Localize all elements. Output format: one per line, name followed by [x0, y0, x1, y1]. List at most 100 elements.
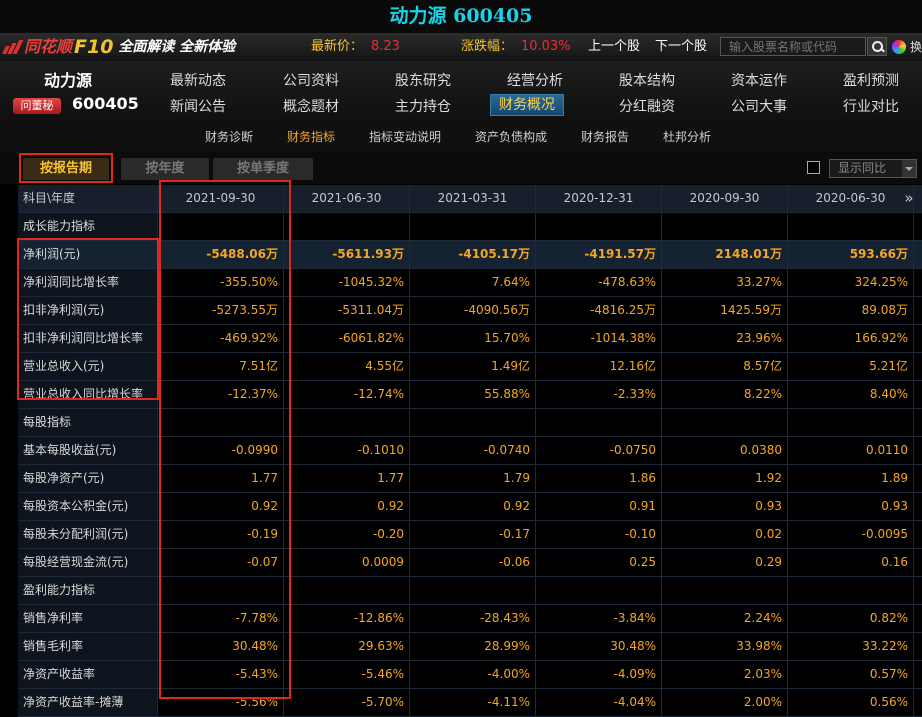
table-header-row: 科目\年度 2021-09-30 2021-06-30 2021-03-31 2020-…: [18, 185, 922, 213]
table-cell: 55.88%: [410, 381, 536, 408]
nav-item[interactable]: 最新动态: [170, 70, 226, 90]
table-row: 营业总收入(元) 7.51亿 4.55亿 1.49亿 12.16亿 8.57亿 5.21亿: [18, 353, 922, 381]
nav-item[interactable]: 概念题材: [283, 96, 339, 116]
table-cell: [158, 577, 284, 604]
main-nav: 动力源 问董秘 600405 最新动态 公司资料 股东研究 经营分析 股本结构 资本运作 盈…: [0, 61, 922, 119]
row-label: 销售毛利率: [18, 633, 158, 660]
table-row: 每股资本公积金(元) 0.92 0.92 0.92 0.91 0.93 0.93: [18, 493, 922, 521]
column-header[interactable]: 2020-09-30: [662, 185, 788, 212]
tab-period[interactable]: 按报告期: [23, 158, 109, 180]
table-cell: 7.51亿: [158, 353, 284, 380]
table-cell: 0.92: [158, 493, 284, 520]
ask-secretary-button[interactable]: 问董秘: [13, 98, 61, 114]
table-cell: 8.40%: [788, 381, 914, 408]
table-cell: -0.1010: [284, 437, 410, 464]
table-cell: 5.21亿: [788, 353, 914, 380]
top-bar: 同花顺 F10 全面解读 全新体验 最新价： 8.23 涨跌幅： 10.03% …: [0, 33, 922, 61]
nav-item[interactable]: 财务概况: [490, 94, 564, 116]
column-header[interactable]: 2020-06-30: [788, 185, 914, 212]
nav-item[interactable]: 新闻公告: [170, 96, 226, 116]
nav-item[interactable]: 经营分析: [507, 70, 563, 90]
table-cell: -0.0750: [536, 437, 662, 464]
stock-search-input[interactable]: [720, 37, 866, 56]
nav-item[interactable]: 主力持仓: [395, 96, 451, 116]
prev-stock-button[interactable]: 上一个股: [588, 33, 640, 61]
table-cell: -469.92%: [158, 325, 284, 352]
table-cell: 12.16亿: [536, 353, 662, 380]
table-cell: 1.92: [662, 465, 788, 492]
table-cell: -0.0740: [410, 437, 536, 464]
subnav-item[interactable]: 财务指标: [287, 128, 335, 145]
table-cell: 0.29: [662, 549, 788, 576]
logo-slogan: 全面解读 全新体验: [118, 39, 236, 55]
logo-brand: 同花顺: [24, 37, 73, 56]
change-label: 涨跌幅：: [461, 39, 514, 54]
table-cell: 2148.01万: [662, 241, 788, 268]
table-cell: -4191.57万: [536, 241, 662, 268]
row-label: 净资产收益率: [18, 661, 158, 688]
nav-item[interactable]: 股本结构: [619, 70, 675, 90]
table-cell: [410, 409, 536, 436]
nav-item[interactable]: 股东研究: [395, 70, 451, 90]
subnav-item[interactable]: 指标变动说明: [369, 128, 441, 145]
nav-item[interactable]: 公司资料: [283, 70, 339, 90]
table-cell: 0.93: [788, 493, 914, 520]
nav-item[interactable]: 行业对比: [843, 96, 899, 116]
table-cell: -4.04%: [536, 689, 662, 716]
table-cell: -5488.06万: [158, 241, 284, 268]
theme-color-icon[interactable]: [892, 40, 906, 54]
table-cell: 1.79: [410, 465, 536, 492]
table-row: 净资产收益率-摊薄 -5.56% -5.70% -4.11% -4.04% 2.00% 0.…: [18, 689, 922, 717]
search-button[interactable]: [867, 37, 887, 56]
logo-icon: [2, 40, 24, 54]
table-cell: [788, 213, 914, 240]
nav-item[interactable]: 分红融资: [619, 96, 675, 116]
header-label: 科目\年度: [18, 185, 158, 212]
tab-period[interactable]: 按单季度: [213, 158, 313, 180]
subnav-item[interactable]: 财务报告: [581, 128, 629, 145]
subnav-item[interactable]: 财务诊断: [205, 128, 253, 145]
column-header[interactable]: 2021-03-31: [410, 185, 536, 212]
table-cell: [662, 577, 788, 604]
section-label: 盈利能力指标: [18, 577, 158, 604]
table-row: 扣非净利润(元) -5273.55万 -5311.04万 -4090.56万 -4816…: [18, 297, 922, 325]
show-yoy-select[interactable]: 显示同比: [829, 159, 917, 178]
double-chevron-right-icon[interactable]: »: [900, 190, 918, 207]
stock-code: 600405: [72, 94, 139, 113]
table-cell: 23.96%: [662, 325, 788, 352]
next-stock-button[interactable]: 下一个股: [655, 33, 707, 61]
table-cell: 0.02: [662, 521, 788, 548]
skin-switch-label[interactable]: 换: [910, 33, 922, 61]
table-cell: [158, 213, 284, 240]
table-cell: 33.22%: [788, 633, 914, 660]
nav-item[interactable]: 资本运作: [731, 70, 787, 90]
column-header[interactable]: 2021-09-30: [158, 185, 284, 212]
table-cell: -4105.17万: [410, 241, 536, 268]
table-cell: -12.74%: [284, 381, 410, 408]
table-cell: [410, 577, 536, 604]
column-header[interactable]: 2021-06-30: [284, 185, 410, 212]
table-cell: -5.70%: [284, 689, 410, 716]
table-cell: 166.92%: [788, 325, 914, 352]
table-cell: 33.27%: [662, 269, 788, 296]
table-cell: -4090.56万: [410, 297, 536, 324]
table-cell: -5273.55万: [158, 297, 284, 324]
nav-item[interactable]: 公司大事: [731, 96, 787, 116]
tab-period[interactable]: 按年度: [121, 158, 209, 180]
table-cell: 2.00%: [662, 689, 788, 716]
table-cell: 7.64%: [410, 269, 536, 296]
table-cell: [536, 577, 662, 604]
subnav-item[interactable]: 资产负债构成: [475, 128, 547, 145]
table-cell: 0.82%: [788, 605, 914, 632]
show-yoy-checkbox[interactable]: [807, 161, 820, 174]
table-row: 每股经营现金流(元) -0.07 0.0009 -0.06 0.25 0.29 0.16: [18, 549, 922, 577]
nav-item[interactable]: 盈利预测: [843, 70, 899, 90]
table-cell: -28.43%: [410, 605, 536, 632]
latest-price-value: 8.23: [371, 39, 400, 54]
table-cell: -2.33%: [536, 381, 662, 408]
table-cell: -4.11%: [410, 689, 536, 716]
column-header[interactable]: 2020-12-31: [536, 185, 662, 212]
subnav-item[interactable]: 杜邦分析: [663, 128, 711, 145]
table-cell: 4.55亿: [284, 353, 410, 380]
table-row: 销售净利率 -7.78% -12.86% -28.43% -3.84% 2.24% 0.82…: [18, 605, 922, 633]
